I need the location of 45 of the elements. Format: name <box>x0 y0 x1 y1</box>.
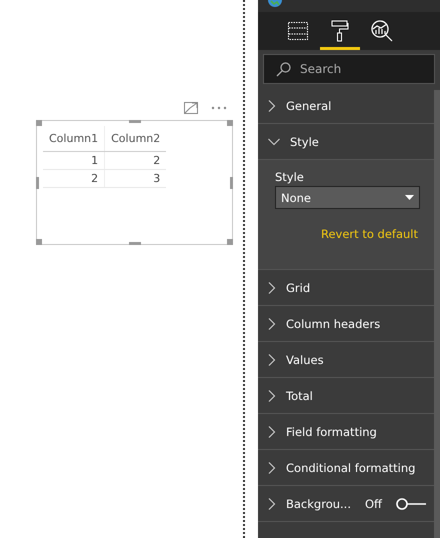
table-cell: 1 <box>43 152 105 170</box>
revert-to-default-link[interactable]: Revert to default <box>321 227 418 241</box>
fields-icon <box>288 22 308 40</box>
section-label: Total <box>286 388 313 402</box>
section-header[interactable]: Backgrou... Off <box>258 486 434 522</box>
focus-mode-icon[interactable] <box>184 102 198 114</box>
field-label: Style <box>275 170 305 184</box>
more-options-icon[interactable] <box>211 106 227 110</box>
section-label: Values <box>286 352 324 366</box>
section-header[interactable]: Column headers <box>258 306 434 342</box>
resize-handle[interactable] <box>129 242 141 245</box>
resize-handle[interactable] <box>230 177 233 189</box>
search-icon <box>276 62 291 77</box>
section-header[interactable]: Field formatting <box>258 414 434 450</box>
section-label: Style <box>290 134 319 148</box>
resize-handle[interactable] <box>36 177 39 189</box>
section-header[interactable]: General <box>258 88 434 124</box>
resize-handle[interactable] <box>227 120 233 126</box>
column-header: Column2 <box>104 126 166 152</box>
section-label: Field formatting <box>286 424 377 438</box>
paint-roller-icon <box>331 20 349 42</box>
section-header[interactable]: Conditional formatting <box>258 450 434 486</box>
column-header: Column1 <box>43 126 105 152</box>
magnifier-chart-icon <box>371 20 393 42</box>
section-header[interactable]: Grid <box>258 270 434 306</box>
table-cell: 2 <box>104 152 166 170</box>
resize-handle[interactable] <box>36 239 42 245</box>
section-label: General <box>286 98 332 112</box>
resize-handle[interactable] <box>129 120 141 123</box>
section-label: Conditional formatting <box>286 460 416 474</box>
table-cell: 3 <box>104 170 166 188</box>
section-label: Column headers <box>286 316 380 330</box>
style-dropdown[interactable]: None <box>275 186 420 209</box>
dropdown-caret-icon <box>405 195 414 200</box>
section-label: Grid <box>286 280 310 294</box>
toggle-state: Off <box>365 496 382 510</box>
section-header[interactable]: Values <box>258 342 434 378</box>
section-header[interactable]: Total <box>258 378 434 414</box>
section-label: Backgrou... <box>286 496 351 510</box>
globe-icon <box>268 0 282 8</box>
resize-handle[interactable] <box>227 239 233 245</box>
search-field[interactable]: Search <box>263 54 435 84</box>
toggle-switch[interactable] <box>396 498 426 510</box>
table-cell: 2 <box>43 170 105 188</box>
resize-handle[interactable] <box>36 120 42 126</box>
